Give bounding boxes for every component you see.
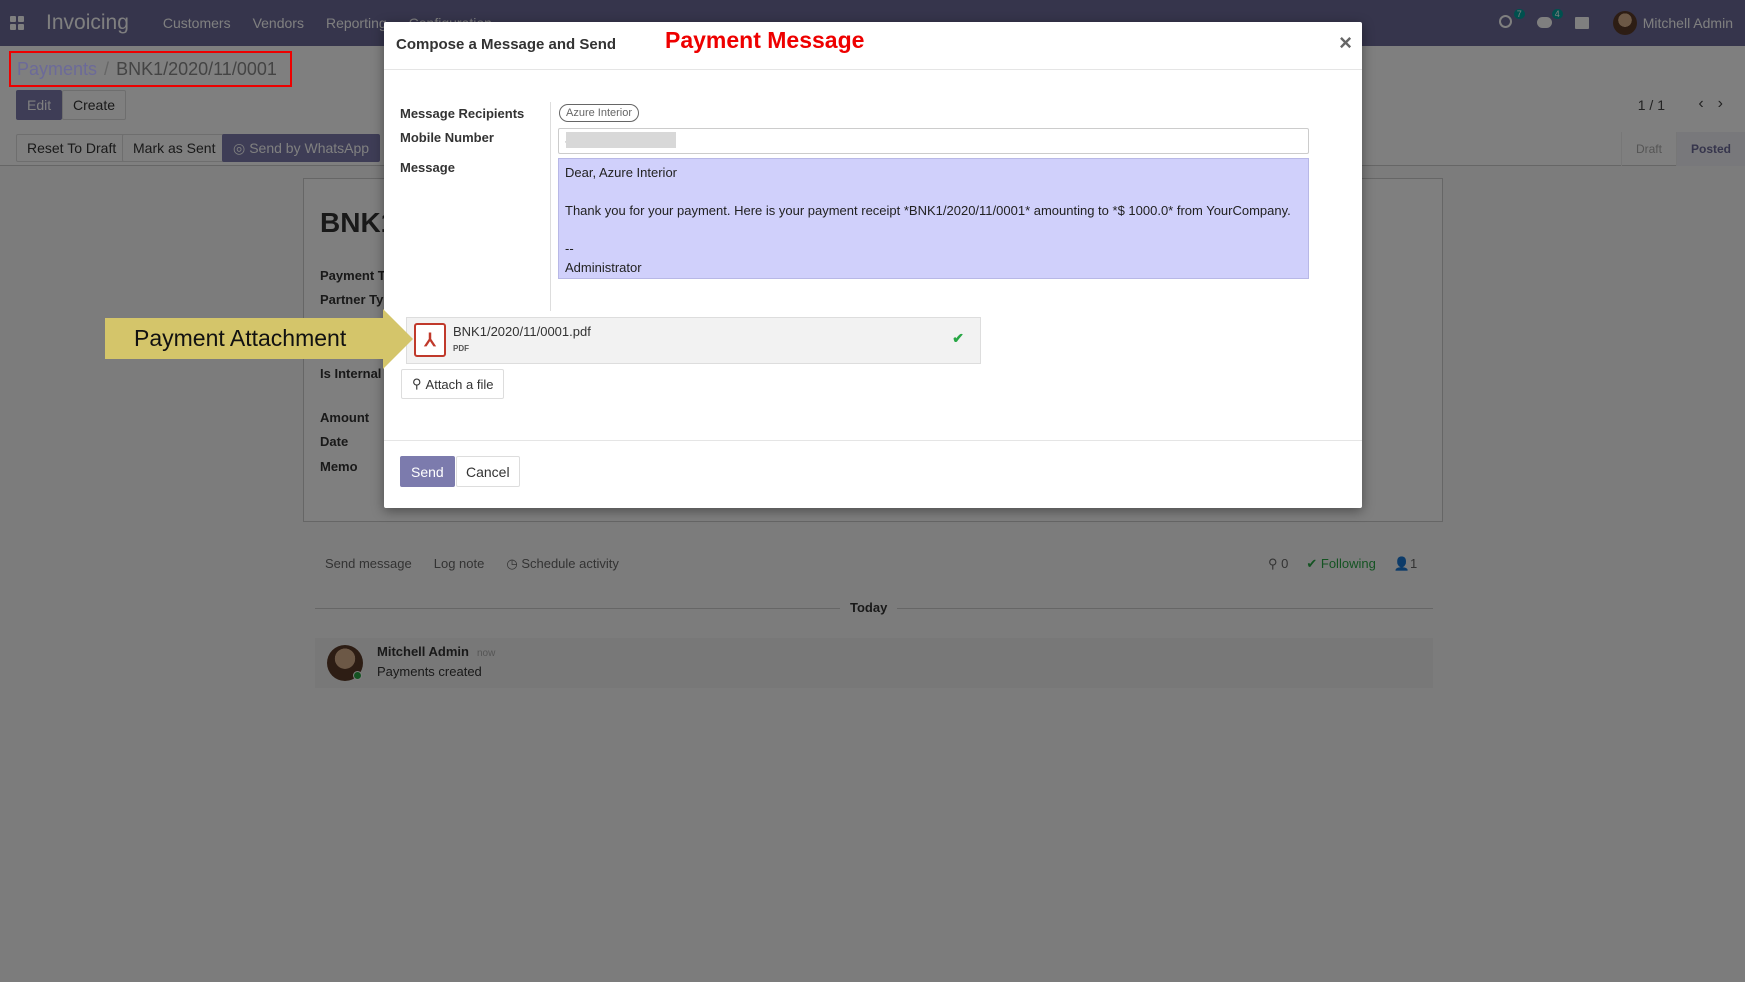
message-line [565, 182, 1302, 201]
paperclip-icon: ⚲ [412, 376, 422, 391]
modal-header: Compose a Message and Send Payment Messa… [384, 22, 1362, 70]
message-line: Administrator [565, 260, 642, 275]
close-icon[interactable]: × [1339, 30, 1352, 56]
label-divider [550, 102, 551, 311]
send-button[interactable]: Send [400, 456, 455, 487]
recipient-tag[interactable]: Azure Interior [559, 104, 640, 122]
mobile-number-label: Mobile Number [400, 130, 494, 145]
cancel-button[interactable]: Cancel [456, 456, 520, 487]
check-icon: ✔ [952, 330, 964, 346]
message-body-textarea[interactable]: Dear, Azure Interior Thank you for your … [558, 158, 1309, 279]
attach-file-label: Attach a file [425, 376, 494, 392]
modal-footer: Send Cancel [384, 440, 1362, 508]
compose-message-dialog: Compose a Message and Send Payment Messa… [384, 22, 1362, 508]
modal-title: Compose a Message and Send [396, 36, 617, 53]
breadcrumb-separator: / [104, 58, 110, 79]
callout-arrow [383, 309, 413, 369]
payment-message-annotation: Payment Message [665, 27, 865, 53]
breadcrumb: Payments / BNK1/2020/11/0001 [9, 51, 292, 87]
message-label: Message [400, 160, 455, 175]
recipients-label: Message Recipients [400, 106, 525, 121]
payment-attachment-callout: Payment Attachment [105, 318, 383, 359]
redacted-phone-number [566, 132, 676, 148]
message-line: -- [565, 241, 574, 256]
breadcrumb-payments[interactable]: Payments [17, 59, 97, 80]
pdf-icon: ⅄ [414, 323, 446, 357]
attach-file-button[interactable]: ⚲ Attach a file [401, 369, 505, 399]
message-line [565, 220, 1302, 239]
attachment-item[interactable]: ⅄ BNK1/2020/11/0001.pdf PDF ✔ [406, 317, 981, 364]
attachment-name[interactable]: BNK1/2020/11/0001.pdf [453, 324, 591, 339]
attachment-extension: PDF [453, 344, 469, 353]
message-line: Thank you for your payment. Here is your… [565, 203, 1291, 218]
message-line: Dear, Azure Interior [565, 165, 677, 180]
breadcrumb-current: BNK1/2020/11/0001 [116, 58, 277, 79]
